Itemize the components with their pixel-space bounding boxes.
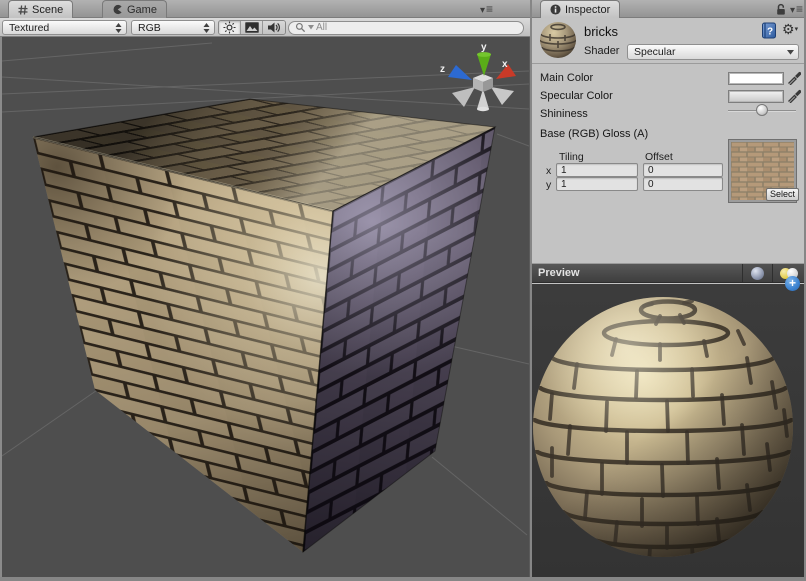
grid-icon <box>18 5 28 15</box>
offset-header: Offset <box>645 151 673 163</box>
tab-inspector[interactable]: Inspector <box>540 0 620 18</box>
material-name: bricks <box>584 24 618 39</box>
preview-mesh-button[interactable] <box>742 264 772 282</box>
specular-color-swatch[interactable] <box>728 90 784 103</box>
menu-lines: ≡ <box>486 2 494 16</box>
inspector-panel: Inspector ▾≡ <box>532 0 804 577</box>
lighting-toggle-button[interactable] <box>219 21 241 34</box>
gizmo-x-label: x <box>502 59 508 70</box>
tab-scene-label: Scene <box>32 4 63 16</box>
dropdown-caret-icon <box>787 50 794 55</box>
menu-caret: ▾ <box>795 26 799 33</box>
offset-x-input[interactable] <box>643 163 723 177</box>
gear-menu-icon[interactable]: ⚙▾ <box>782 21 798 38</box>
tab-inspector-label: Inspector <box>565 4 610 16</box>
audio-toggle-button[interactable] <box>263 21 285 34</box>
orientation-gizmo[interactable]: y z x <box>440 42 516 111</box>
lock-icon[interactable] <box>775 3 787 16</box>
help-book-icon[interactable]: ? <box>760 22 777 39</box>
color-mode-dropdown[interactable]: RGB <box>131 20 215 35</box>
shader-value: Specular <box>634 46 787 58</box>
preview-area[interactable] <box>532 284 804 577</box>
updown-caret-icon <box>115 23 122 33</box>
sphere-icon <box>751 267 764 280</box>
shininess-slider-thumb[interactable] <box>756 104 768 116</box>
material-ball-thumbnail <box>538 20 578 60</box>
tab-game[interactable]: Game <box>102 0 167 18</box>
brick-cube <box>33 99 495 552</box>
gizmo-z-cone[interactable] <box>448 65 472 80</box>
menu-lines: ≡ <box>796 2 804 16</box>
scene-toolbar: Textured RGB <box>0 18 530 37</box>
preview-title: Preview <box>532 267 742 279</box>
tiling-row-y-label: y <box>546 179 551 191</box>
scene-3d-view: y z x <box>2 37 529 577</box>
main-color-label: Main Color <box>540 72 593 84</box>
skybox-toggle-button[interactable] <box>241 21 263 34</box>
tiling-header: Tiling <box>559 151 584 163</box>
shader-label: Shader <box>584 45 619 57</box>
tiling-x-input[interactable] <box>556 163 638 177</box>
svg-text:?: ? <box>767 27 773 38</box>
sun-icon <box>223 21 236 34</box>
material-header: bricks Shader Specular ? ⚙▾ <box>532 18 804 64</box>
shininess-slider[interactable] <box>532 104 804 118</box>
gear-icon: ⚙ <box>782 21 795 37</box>
scene-viewport[interactable]: y z x <box>0 37 530 577</box>
render-mode-value: Textured <box>9 22 115 34</box>
search-placeholder: All <box>316 22 327 33</box>
search-icon <box>295 22 306 33</box>
offset-y-input[interactable] <box>643 177 723 191</box>
specular-color-label: Specular Color <box>540 90 613 102</box>
shader-dropdown[interactable]: Specular <box>627 44 799 60</box>
add-button[interactable]: + <box>785 276 800 291</box>
tab-game-label: Game <box>127 4 157 16</box>
color-mode-value: RGB <box>138 22 203 34</box>
inspector-panel-menu-icon[interactable]: ▾≡ <box>790 2 804 16</box>
preview-sphere <box>532 284 804 577</box>
render-mode-dropdown[interactable]: Textured <box>2 20 127 35</box>
tab-scene[interactable]: Scene <box>8 0 73 18</box>
scene-search-input[interactable]: All <box>288 21 524 35</box>
gizmo-y-label: y <box>481 42 487 53</box>
base-texture-label: Base (RGB) Gloss (A) <box>540 128 648 140</box>
search-filter-caret-icon <box>308 25 314 30</box>
eyedropper-icon[interactable] <box>787 71 801 85</box>
image-icon <box>245 22 259 33</box>
inspector-tabstrip: Inspector ▾≡ <box>532 0 804 18</box>
info-icon <box>550 4 561 15</box>
scene-tabstrip: Scene Game ▾≡ <box>0 0 530 18</box>
game-view-icon <box>112 4 123 15</box>
scene-panel-menu-icon[interactable]: ▾≡ <box>480 2 494 16</box>
tiling-row-x-label: x <box>546 165 551 177</box>
main-color-swatch[interactable] <box>728 72 784 85</box>
gizmo-z-label: z <box>440 64 445 75</box>
texture-select-button[interactable]: Select <box>766 188 799 201</box>
updown-caret-icon <box>203 23 210 33</box>
scene-panel: Scene Game ▾≡ Textured RGB <box>0 0 530 577</box>
eyedropper-icon[interactable] <box>787 89 801 103</box>
speaker-icon <box>267 21 281 34</box>
tiling-y-input[interactable] <box>556 177 638 191</box>
preview-header[interactable]: Preview <box>532 263 804 283</box>
scene-toggle-group <box>218 20 286 35</box>
